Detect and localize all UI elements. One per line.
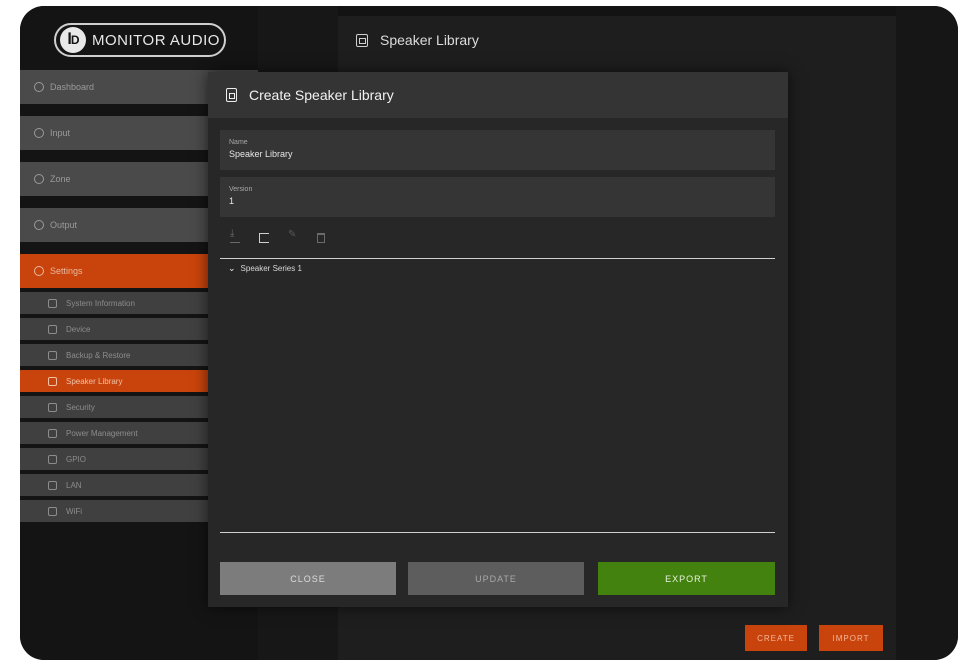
settings-item-gpio[interactable]: GPIO [20,448,208,470]
info-icon [48,298,57,308]
settings-item-label: Backup & Restore [66,350,131,360]
nav-item-label: Settings [50,266,83,276]
dialog-title: Create Speaker Library [249,87,394,103]
right-gutter [896,6,958,660]
dashboard-icon [34,82,44,92]
settings-item-label: WiFi [66,506,82,516]
settings-item-label: Device [66,324,91,334]
library-toolbar [230,228,344,243]
name-field-value[interactable]: Speaker Library [229,149,775,159]
create-button[interactable]: CREATE [745,625,807,651]
power-icon [48,428,57,438]
logo-mark-icon: ꟾD [60,27,86,53]
version-field-label: Version [229,186,253,193]
chevron-down-icon[interactable]: ⌄ [228,263,236,274]
download-icon[interactable] [230,228,240,243]
version-field-value[interactable]: 1 [229,196,775,206]
close-button[interactable]: CLOSE [220,562,396,595]
import-button[interactable]: IMPORT [819,625,883,651]
speaker-library-icon [226,88,237,102]
brand-logo: ꟾD MONITOR AUDIO [54,23,226,57]
settings-item-wifi[interactable]: WiFi [20,500,208,522]
nav-item-label: Output [50,220,78,230]
tree-item-speaker-series[interactable]: ⌄ Speaker Series 1 [228,263,302,274]
update-button[interactable]: UPDATE [408,562,584,595]
settings-item-lan[interactable]: LAN [20,474,208,496]
speaker-library-icon [48,376,57,386]
speaker-library-icon [356,33,368,47]
page-header: Speaker Library [356,32,479,48]
tree-top-divider [220,258,775,259]
lan-icon [48,480,57,490]
gpio-icon [48,454,57,464]
settings-item-label: Power Management [66,428,138,438]
export-button[interactable]: EXPORT [598,562,775,595]
device-icon [48,324,57,334]
settings-icon [34,266,44,276]
nav-item-label: Input [50,128,71,138]
security-icon [48,402,57,412]
settings-item-security[interactable]: Security [20,396,208,418]
edit-icon[interactable] [288,229,298,243]
nav-item-label: Dashboard [50,82,95,92]
page-title: Speaker Library [380,32,479,48]
create-speaker-library-dialog: Create Speaker Library Name Speaker Libr… [208,72,788,607]
wifi-icon [48,506,57,516]
tree-item-label: Speaker Series 1 [240,264,302,273]
nav-item-label: Zone [50,174,71,184]
input-icon [34,128,44,138]
backup-icon [48,350,57,360]
settings-item-label: Security [66,402,95,412]
name-field-label: Name [229,139,248,146]
settings-item-system-information[interactable]: System Information [20,292,208,314]
settings-item-power-management[interactable]: Power Management [20,422,208,444]
name-field[interactable]: Name Speaker Library [220,130,775,170]
settings-item-label: Speaker Library [66,376,123,386]
zone-icon [34,174,44,184]
settings-item-label: System Information [66,298,135,308]
settings-item-label: GPIO [66,454,87,464]
settings-item-device[interactable]: Device [20,318,208,340]
dialog-header: Create Speaker Library [208,72,788,118]
tree-bottom-divider [220,532,775,533]
version-field[interactable]: Version 1 [220,177,775,217]
settings-item-speaker-library[interactable]: Speaker Library [20,370,208,392]
logo-text: MONITOR AUDIO [92,31,220,49]
delete-icon[interactable] [317,233,325,243]
settings-item-label: LAN [66,480,82,490]
output-icon [34,220,44,230]
folder-icon[interactable] [259,233,269,243]
settings-item-backup-restore[interactable]: Backup & Restore [20,344,208,366]
